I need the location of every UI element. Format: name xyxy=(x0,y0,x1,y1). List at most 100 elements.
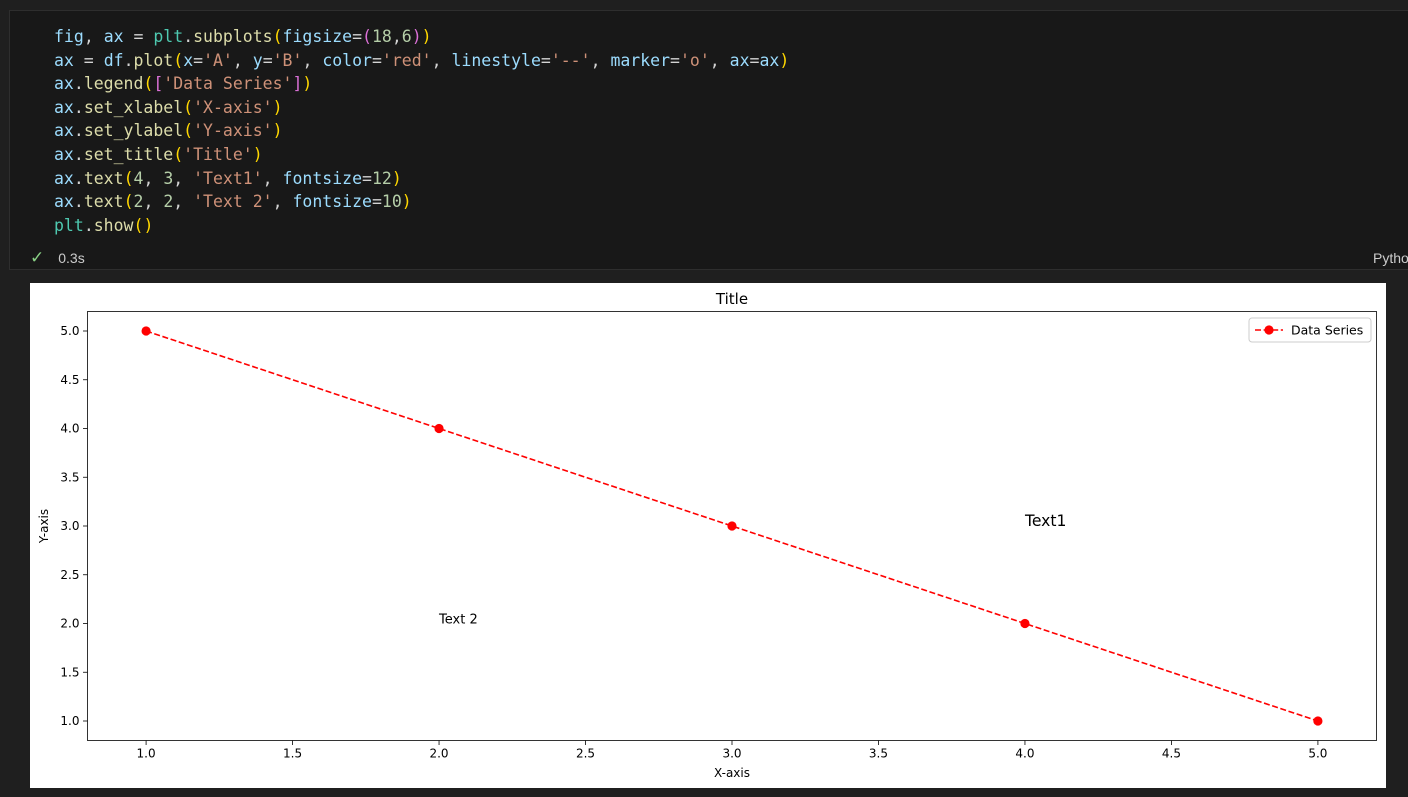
code-token: ) xyxy=(401,192,412,212)
code-token: ] xyxy=(292,74,303,94)
code-token: ax xyxy=(54,97,74,117)
code-token: 6 xyxy=(401,27,412,46)
y-tick-label: 4.0 xyxy=(60,422,79,436)
code-token: text xyxy=(83,192,124,212)
code-token: , xyxy=(143,192,164,212)
code-token: . xyxy=(123,50,134,70)
annotation-text: Text 2 xyxy=(438,613,478,628)
code-token: df xyxy=(103,50,124,70)
x-tick-label: 4.0 xyxy=(1015,747,1034,761)
code-token: 10 xyxy=(381,192,402,212)
check-icon: ✓ xyxy=(30,248,45,267)
code-token: linestyle xyxy=(451,50,541,70)
code-token: ) xyxy=(302,74,313,94)
code-token: , xyxy=(143,168,164,188)
y-tick-label: 5.0 xyxy=(60,324,79,338)
chart-title: Title xyxy=(715,290,748,308)
code-token: set_ylabel xyxy=(83,121,184,141)
x-tick-label: 2.0 xyxy=(429,747,448,761)
data-point xyxy=(141,326,151,336)
code-token: = xyxy=(262,50,273,70)
code-token: . xyxy=(73,121,84,141)
code-token: y xyxy=(252,50,263,70)
legend-marker-icon xyxy=(1264,325,1274,335)
code-token: 2 xyxy=(133,192,144,212)
code-token: subplots xyxy=(193,27,273,46)
code-token: 'A' xyxy=(203,50,233,70)
code-token: ( xyxy=(173,50,184,70)
legend-label: Data Series xyxy=(1291,323,1363,338)
code-token: figsize xyxy=(282,27,353,46)
code-token: . xyxy=(73,168,84,188)
code-token: ) xyxy=(272,121,283,141)
code-token: fontsize xyxy=(282,168,363,188)
code-token: ) xyxy=(252,144,263,164)
x-tick-label: 3.0 xyxy=(722,747,741,761)
code-token: ax xyxy=(729,50,750,70)
code-token: ( xyxy=(173,144,184,164)
legend: Data Series xyxy=(1248,317,1372,343)
code-token: ( xyxy=(272,27,283,46)
code-line: ax.text(4, 3, 'Text1', fontsize=12) xyxy=(54,167,789,191)
code-token: 2 xyxy=(163,192,174,212)
x-tick-label: 3.5 xyxy=(869,747,888,761)
code-token: , xyxy=(431,50,452,70)
code-token: ) xyxy=(411,27,422,46)
y-tick-label: 4.5 xyxy=(60,373,79,387)
code-token: . xyxy=(73,192,84,212)
x-tick-label: 1.5 xyxy=(283,747,302,761)
code-token: , xyxy=(391,27,402,46)
code-token: ax xyxy=(54,121,74,141)
code-token: , xyxy=(272,192,293,212)
code-line: fig, ax = plt.subplots(figsize=(18,6)) xyxy=(54,25,789,49)
code-token: ax xyxy=(103,27,124,46)
code-token: marker xyxy=(610,50,671,70)
code-token: , xyxy=(302,50,323,70)
code-token: . xyxy=(83,215,94,235)
code-token: . xyxy=(183,27,194,46)
code-token: ) xyxy=(779,50,790,70)
code-token: ax xyxy=(54,74,74,94)
x-tick-label: 4.5 xyxy=(1162,747,1181,761)
series-layer xyxy=(141,326,1323,726)
x-tick-label: 1.0 xyxy=(137,747,156,761)
code-token: 3 xyxy=(163,168,174,188)
code-token: 'Text 2' xyxy=(193,192,273,212)
code-token: ax xyxy=(759,50,780,70)
code-token: ) xyxy=(272,97,283,117)
line-chart: 1.0 1.5 2.0 2.5 3.0 3.5 4.0 4.5 5.0 1.0 1.5 2.0 2.5 3… xyxy=(37,290,1377,780)
code-token: , xyxy=(173,192,194,212)
code-line: plt.show() xyxy=(54,214,789,238)
kernel-label[interactable]: Python xyxy=(1373,250,1408,266)
code-editor[interactable]: fig, ax = plt.subplots(figsize=(18,6)) ax… xyxy=(54,25,789,237)
code-token: legend xyxy=(83,74,144,94)
code-token: ) xyxy=(143,215,154,235)
code-line: ax.set_xlabel('X-axis') xyxy=(54,96,789,120)
code-token: fig xyxy=(54,27,84,46)
code-token: . xyxy=(73,144,84,164)
code-token: ( xyxy=(183,121,194,141)
code-line: ax.set_title('Title') xyxy=(54,143,789,167)
annotation-text: Text1 xyxy=(1024,512,1066,530)
x-tick-label: 2.5 xyxy=(576,747,595,761)
code-token: = xyxy=(362,168,372,188)
code-token: ( xyxy=(362,27,372,46)
code-token: ( xyxy=(123,168,134,188)
code-token: , xyxy=(232,50,253,70)
x-axis-label: X-axis xyxy=(714,766,750,780)
code-token: , xyxy=(262,168,283,188)
code-token: 'red' xyxy=(381,50,432,70)
code-token: = xyxy=(670,50,680,70)
code-token: 'Y-axis' xyxy=(193,121,273,141)
code-token: [ xyxy=(153,74,164,94)
code-token: 'Title' xyxy=(183,144,253,164)
y-tick-label: 1.0 xyxy=(60,714,79,728)
code-cell[interactable]: fig, ax = plt.subplots(figsize=(18,6)) ax… xyxy=(9,10,1408,270)
data-point xyxy=(434,423,444,434)
x-tick-label: 5.0 xyxy=(1308,747,1327,761)
axes: 1.0 1.5 2.0 2.5 3.0 3.5 4.0 4.5 5.0 1.0 1.5 2.0 2.5 3… xyxy=(37,290,1377,780)
code-token: , xyxy=(590,50,611,70)
code-token: = xyxy=(540,50,551,70)
code-line: ax.set_ylabel('Y-axis') xyxy=(54,119,789,143)
code-token: , xyxy=(709,50,730,70)
